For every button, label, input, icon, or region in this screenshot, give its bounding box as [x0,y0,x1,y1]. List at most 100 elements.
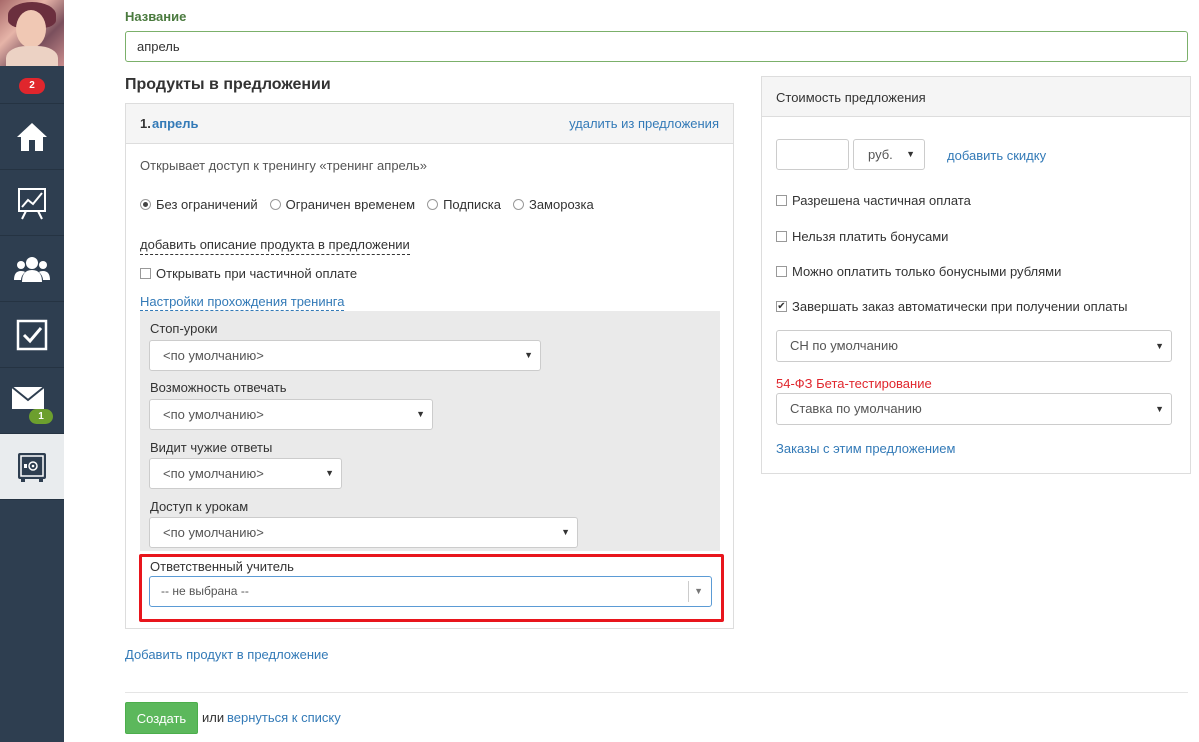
option-no-bonuses-label: Нельзя платить бонусами [792,229,949,244]
chevron-down-icon: ▼ [561,527,570,537]
price-input[interactable] [776,139,849,170]
radio-time-limited[interactable]: Ограничен временем [269,197,416,212]
chevron-down-icon: ▼ [1155,404,1164,414]
sees-others-answers-label: Видит чужие ответы [150,440,273,455]
option-auto-complete[interactable]: ✔ Завершать заказ автоматически при полу… [776,299,1128,314]
fz54-label: 54-ФЗ Бета-тестирование [776,376,932,391]
lesson-access-select[interactable]: <по умолчанию> ▼ [149,517,578,548]
chevron-down-icon: ▼ [325,468,334,478]
avatar[interactable] [0,0,64,66]
add-discount-link[interactable]: добавить скидку [947,148,1046,163]
option-partial-payment[interactable]: Разрешена частичная оплата [776,193,971,208]
option-auto-complete-checkbox[interactable]: ✔ [776,301,787,312]
sees-others-answers-value: <по умолчанию> [163,466,264,481]
notifications[interactable]: 2 [0,66,64,104]
add-product-link[interactable]: Добавить продукт в предложение [125,647,329,662]
can-answer-select[interactable]: <по умолчанию> ▼ [149,399,433,430]
or-text: или [202,710,225,725]
product-number: 1. [140,116,151,131]
cost-panel: Стоимость предложения руб. ▼ добавить ск… [761,76,1191,474]
chevron-down-icon: ▼ [524,350,533,360]
notification-badge: 2 [19,78,45,94]
mail-icon [11,385,45,409]
sidebar-item-stats[interactable] [0,170,64,236]
lesson-access-label: Доступ к урокам [150,499,249,514]
option-no-bonuses-checkbox[interactable] [776,231,787,242]
cost-title: Стоимость предложения [776,90,926,105]
radio-subscription-label: Подписка [443,197,501,212]
radio-unlimited-dot[interactable] [140,199,151,210]
radio-unlimited-label: Без ограничений [156,197,258,212]
products-title: Продукты в предложении [125,76,331,93]
chevron-down-icon: ▼ [694,586,703,596]
can-answer-label: Возможность отвечать [150,380,287,395]
sidebar-item-users[interactable] [0,236,64,302]
chevron-down-icon: ▼ [416,409,425,419]
stop-lessons-value: <по умолчанию> [163,348,264,363]
create-button[interactable]: Создать [125,702,198,734]
vat-rate-select[interactable]: Ставка по умолчанию ▼ [776,393,1172,425]
radio-freeze-label: Заморозка [528,197,594,212]
chevron-down-icon: ▼ [1155,341,1164,351]
vat-rate-value: Ставка по умолчанию [790,401,922,416]
product-name-link[interactable]: апрель [152,116,199,131]
radio-time-limited-label: Ограничен временем [285,197,416,212]
tax-system-value: СН по умолчанию [790,338,898,353]
main-content: Название Продукты в предложении 1. апрел… [64,0,1199,742]
mail-badge: 1 [29,409,53,424]
remove-product-link[interactable]: удалить из предложения [569,116,719,131]
training-settings-link[interactable]: Настройки прохождения тренинга [140,294,345,311]
radio-time-limited-dot[interactable] [269,199,281,210]
radio-subscription-dot[interactable] [427,199,439,210]
divider [125,692,1188,693]
chevron-down-icon: ▼ [906,149,915,159]
sidebar-item-sales[interactable] [0,434,64,500]
sidebar-item-mail[interactable]: 1 [0,368,64,434]
training-settings-box: Стоп-уроки <по умолчанию> ▼ Возможность … [140,311,720,551]
teacher-highlight: Ответственный учитель -- не выбрана -- ▼ [139,554,724,622]
add-description-link[interactable]: добавить описание продукта в предложении [140,237,410,255]
teacher-value: -- не выбрана -- [161,584,249,598]
option-partial-payment-label: Разрешена частичная оплата [792,193,971,208]
radio-subscription[interactable]: Подписка [427,197,501,212]
sidebar-item-home[interactable] [0,104,64,170]
can-answer-value: <по умолчанию> [163,407,264,422]
option-bonus-only[interactable]: Можно оплатить только бонусными рублями [776,264,1061,279]
tax-system-select[interactable]: СН по умолчанию ▼ [776,330,1172,362]
orders-with-offer-link[interactable]: Заказы с этим предложением [776,441,955,456]
users-icon [14,256,50,282]
option-bonus-only-checkbox[interactable] [776,266,787,277]
option-auto-complete-label: Завершать заказ автоматически при получе… [792,299,1128,314]
currency-value: руб. [868,147,893,162]
teacher-label: Ответственный учитель [150,559,294,574]
chart-icon [18,187,46,219]
lesson-access-value: <по умолчанию> [163,525,264,540]
name-label: Название [125,9,187,24]
back-to-list-link[interactable]: вернуться к списку [227,710,341,725]
name-input[interactable] [125,31,1188,62]
sidebar-item-tasks[interactable] [0,302,64,368]
option-bonus-only-label: Можно оплатить только бонусными рублями [792,264,1062,279]
radio-unlimited[interactable]: Без ограничений [140,197,258,212]
currency-select[interactable]: руб. ▼ [853,139,925,170]
open-on-partial-payment-label: Открывать при частичной оплате [156,266,358,281]
cost-panel-header: Стоимость предложения [762,77,1190,117]
stop-lessons-label: Стоп-уроки [150,321,218,336]
product-panel-header: 1. апрель удалить из предложения [126,104,733,144]
access-type-radios: Без ограничений Ограничен временем Подпи… [140,197,606,212]
option-partial-payment-checkbox[interactable] [776,195,787,206]
safe-icon [18,452,46,482]
option-no-bonuses[interactable]: Нельзя платить бонусами [776,229,948,244]
open-on-partial-payment-checkbox[interactable] [140,268,151,279]
product-panel: 1. апрель удалить из предложения Открыва… [125,103,734,629]
sidebar: 2 1 [0,0,64,742]
stop-lessons-select[interactable]: <по умолчанию> ▼ [149,340,541,371]
radio-freeze-dot[interactable] [512,199,524,210]
home-icon [17,122,47,151]
sees-others-answers-select[interactable]: <по умолчанию> ▼ [149,458,342,489]
checkbox-icon [16,319,48,350]
product-description: Открывает доступ к тренингу «тренинг апр… [140,158,427,173]
teacher-select[interactable]: -- не выбрана -- ▼ [149,576,712,607]
radio-freeze[interactable]: Заморозка [512,197,594,212]
open-on-partial-payment[interactable]: Открывать при частичной оплате [140,266,357,281]
